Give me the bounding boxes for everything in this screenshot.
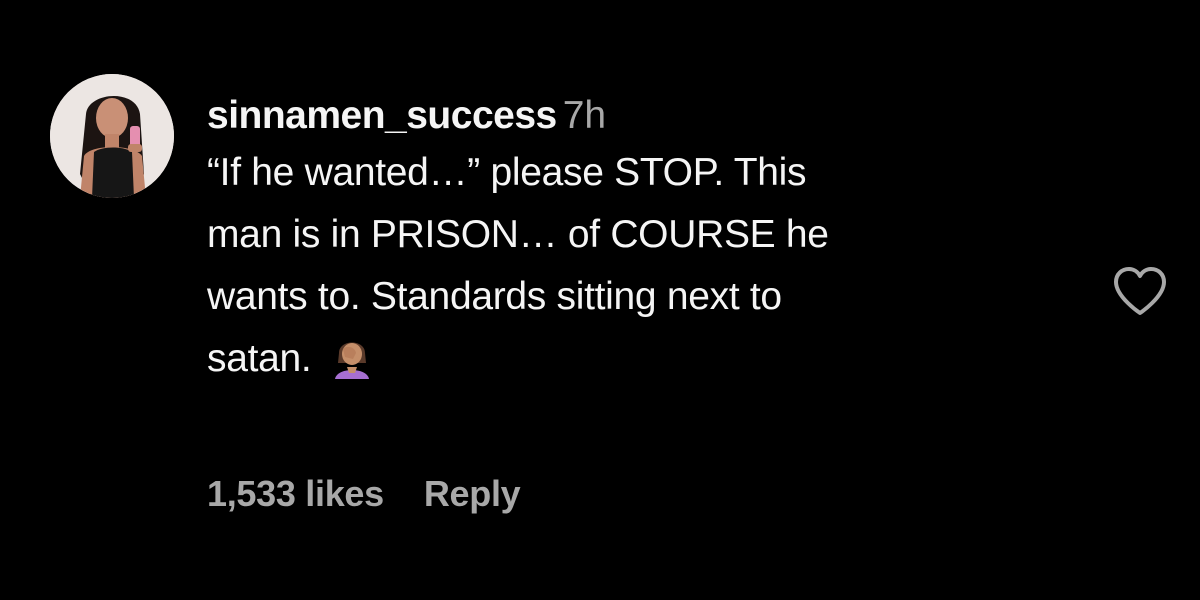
comment-text-line: man is in PRISON… of COURSE he <box>207 213 829 256</box>
comment-text-line-content: satan. <box>207 337 312 380</box>
comment-item: sinnamen_success 7h “If he wanted…” pleas… <box>0 0 1200 600</box>
profile-photo-icon <box>50 74 174 198</box>
username-link[interactable]: sinnamen_success <box>207 94 557 137</box>
reply-button[interactable]: Reply <box>424 473 521 514</box>
comment-actions: 1,533 likes Reply <box>207 470 521 518</box>
facepalm-emoji-icon <box>329 333 375 379</box>
heart-outline-icon <box>1114 267 1166 315</box>
comment-body: sinnamen_success 7h “If he wanted…” pleas… <box>207 92 1067 390</box>
comment-text-line-last: satan. <box>207 328 1067 390</box>
comment-text-line: “If he wanted…” please STOP. This <box>207 151 807 194</box>
comment-text-line: wants to. Standards sitting next to <box>207 275 782 318</box>
like-button[interactable] <box>1110 263 1170 319</box>
comment-header: sinnamen_success 7h <box>207 92 1067 140</box>
comment-text: “If he wanted…” please STOP. This man is… <box>207 142 1067 390</box>
comment-timestamp: 7h <box>562 94 607 137</box>
likes-count[interactable]: 1,533 likes <box>207 473 384 514</box>
avatar[interactable] <box>50 74 174 198</box>
